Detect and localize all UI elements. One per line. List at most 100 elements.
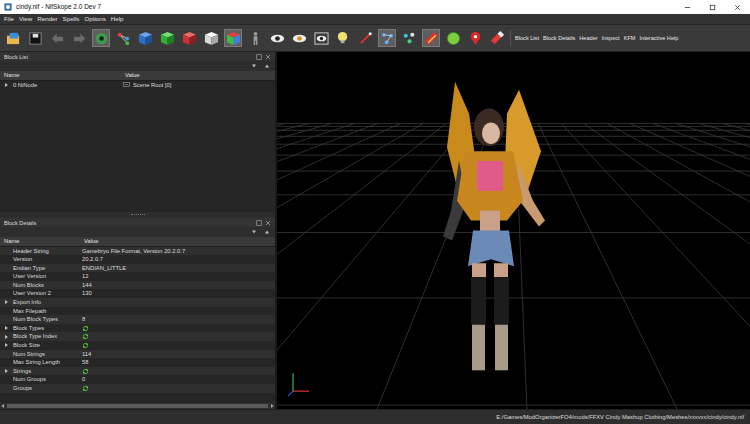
tool-button[interactable] [70, 29, 88, 47]
field-row[interactable]: Export Info [0, 298, 275, 307]
tool-button[interactable] [4, 29, 22, 47]
field-row[interactable]: Max String Length58 [0, 358, 275, 367]
tool-button[interactable] [466, 29, 484, 47]
status-bar: E:/Games/ModOrganizerFO4/mods/FFXV Cindy… [0, 409, 750, 424]
eye-orange-icon [292, 31, 307, 46]
tool-button[interactable] [356, 29, 374, 47]
field-row[interactable]: Groups [0, 384, 275, 393]
field-row[interactable]: Strings [0, 367, 275, 376]
field-row[interactable]: Num Strings114 [0, 350, 275, 359]
character-model[interactable] [443, 82, 545, 371]
tool-button[interactable] [114, 29, 132, 47]
field-row[interactable]: User Version12 [0, 272, 275, 281]
tool-button[interactable] [26, 29, 44, 47]
field-row[interactable]: Block Types [0, 324, 275, 333]
toolbar-link[interactable]: Header [579, 34, 597, 42]
field-row[interactable]: Block Type Index [0, 332, 275, 341]
tool-button[interactable] [444, 29, 462, 47]
tool-button[interactable] [488, 29, 506, 47]
close-dock-icon[interactable] [265, 220, 271, 226]
tool-button[interactable] [268, 29, 286, 47]
close-dock-icon[interactable] [265, 54, 271, 60]
tool-button[interactable] [290, 29, 308, 47]
toolbar-link[interactable]: Inspect [602, 34, 620, 42]
minimize-icon[interactable] [683, 3, 692, 12]
expand-arrow-icon[interactable] [5, 326, 8, 330]
maximize-icon[interactable] [708, 3, 717, 12]
float-icon[interactable] [256, 54, 262, 60]
field-value: 114 [82, 350, 91, 359]
tool-button[interactable] [92, 29, 110, 47]
tool-button[interactable] [224, 29, 242, 47]
collapse-all-icon[interactable] [264, 229, 270, 235]
field-row[interactable]: Num Block Types8 [0, 315, 275, 324]
toolbar-separator [510, 30, 511, 46]
3d-viewport[interactable] [277, 52, 750, 409]
menu-item[interactable]: View [19, 15, 32, 23]
expand-all-icon[interactable] [251, 63, 257, 69]
field-name: Block Size [13, 341, 40, 350]
toolbar-link[interactable]: KFM [624, 34, 636, 42]
left-panel: Block ListNameValue0 NiNodeScene Root [0… [0, 52, 277, 409]
field-row[interactable]: Header StringGamebryo File Format, Versi… [0, 247, 275, 256]
refresh-icon[interactable] [82, 342, 89, 349]
tool-button[interactable] [136, 29, 154, 47]
expand-arrow-icon[interactable] [5, 343, 8, 347]
tool-button[interactable] [246, 29, 264, 47]
column-header[interactable]: Value [80, 237, 275, 246]
expand-arrow-icon[interactable] [5, 300, 8, 304]
close-icon[interactable] [733, 3, 742, 12]
expand-arrow-icon[interactable] [5, 83, 8, 87]
block-list-table: NameValue0 NiNodeScene Root [0] [0, 71, 275, 212]
field-row[interactable]: Num Groups0 [0, 375, 275, 384]
tool-button[interactable] [158, 29, 176, 47]
tool-button[interactable] [334, 29, 352, 47]
refresh-icon[interactable] [82, 368, 89, 375]
menu-item[interactable]: Options [84, 15, 105, 23]
expand-all-icon[interactable] [251, 229, 257, 235]
collapse-all-icon[interactable] [264, 63, 270, 69]
toolbar-link[interactable]: Block Details [543, 34, 575, 42]
refresh-icon[interactable] [82, 333, 89, 340]
expand-arrow-icon[interactable] [5, 369, 8, 373]
menu-item[interactable]: Help [111, 15, 124, 23]
column-header[interactable]: Name [0, 237, 80, 246]
toolbar-link[interactable]: Block List [515, 34, 539, 42]
light-bulb-icon [336, 31, 351, 46]
field-row[interactable]: Version20.2.0.7 [0, 255, 275, 264]
open-folder-icon [6, 31, 21, 46]
menu-item[interactable]: Render [37, 15, 57, 23]
field-row[interactable]: Max Filepath [0, 307, 275, 316]
menu-item[interactable]: Spells [63, 15, 80, 23]
field-row[interactable]: Block Size [0, 341, 275, 350]
field-row[interactable]: Endian TypeENDIAN_LITTLE [0, 264, 275, 273]
tool-button[interactable] [202, 29, 220, 47]
field-name: Strings [13, 367, 31, 376]
field-row[interactable]: Num Blocks144 [0, 281, 275, 290]
tool-button[interactable] [400, 29, 418, 47]
refresh-icon[interactable] [82, 385, 89, 392]
scroll-thumb[interactable] [7, 404, 268, 408]
tool-button[interactable] [422, 29, 440, 47]
menu-item[interactable]: File [4, 15, 14, 23]
tool-button[interactable] [378, 29, 396, 47]
block-row[interactable]: 0 NiNodeScene Root [0] [0, 81, 275, 90]
field-name: Max String Length [13, 358, 60, 367]
column-header[interactable]: Value [121, 71, 275, 80]
stripe-icon [424, 31, 439, 46]
toolbar-link[interactable]: Interactive Help [640, 34, 679, 42]
float-icon[interactable] [256, 220, 262, 226]
color-cube-icon [226, 31, 241, 46]
field-name: Export Info [13, 298, 41, 307]
tool-button[interactable] [312, 29, 330, 47]
field-row[interactable]: User Version 2130 [0, 289, 275, 298]
tool-button[interactable] [180, 29, 198, 47]
block-details-dock: Block DetailsNameValueHeader StringGameb… [0, 218, 275, 409]
field-name: Groups [13, 384, 32, 393]
expand-arrow-icon[interactable] [5, 335, 8, 339]
tool-button[interactable] [48, 29, 66, 47]
field-value: Gamebryo File Format, Version 20.2.0.7 [82, 247, 185, 256]
refresh-icon[interactable] [82, 325, 89, 332]
field-name: Num Groups [13, 375, 46, 384]
column-header[interactable]: Name [0, 71, 121, 80]
